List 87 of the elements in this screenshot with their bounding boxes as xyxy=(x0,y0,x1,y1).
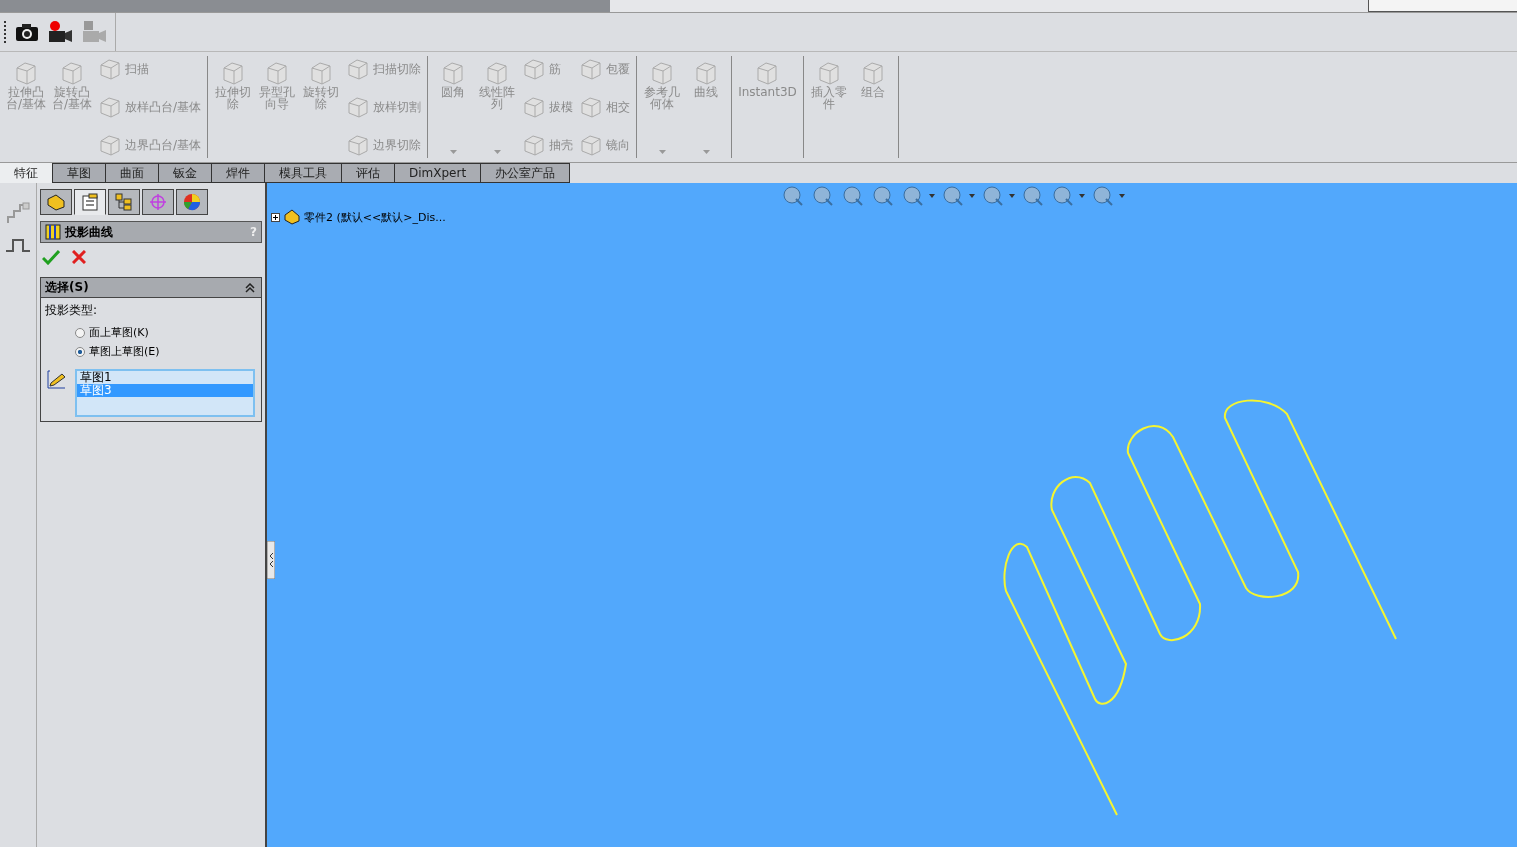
ribbon-button[interactable]: 圆角 xyxy=(432,56,475,158)
solid-shape-icon xyxy=(98,96,123,118)
ribbon-button[interactable]: 放样凸台/基体 xyxy=(96,94,204,120)
collapse-chevron-icon[interactable] xyxy=(245,282,255,293)
graphics-area[interactable]: 零件2 (默认<<默认>_Dis... xyxy=(267,183,1517,847)
solid-shape-icon xyxy=(522,58,547,80)
ribbon-button[interactable]: 旋转凸 台/基体 xyxy=(50,56,95,158)
solid-shape-icon xyxy=(346,58,371,80)
ribbon-button[interactable]: 筋 xyxy=(520,56,576,82)
group-title: 选择(S) xyxy=(45,279,89,296)
ribbon-button[interactable]: 拉伸切 除 xyxy=(212,56,255,158)
solid-shape-icon xyxy=(13,60,39,86)
dropdown-caret-icon[interactable] xyxy=(929,194,935,198)
projection-type-label: 投影类型: xyxy=(44,302,99,319)
panel-collapse-handle[interactable] xyxy=(267,541,275,579)
panel-tab[interactable] xyxy=(142,189,174,215)
part-icon xyxy=(46,193,66,211)
ribbon-button[interactable]: 扫描 xyxy=(96,56,204,82)
panel-tab[interactable] xyxy=(74,189,106,215)
camera-icon[interactable] xyxy=(15,22,39,42)
command-tab[interactable]: 草图 xyxy=(52,163,106,183)
sketch-pencil-icon xyxy=(47,369,67,389)
solid-shape-icon xyxy=(346,134,371,156)
ribbon-button[interactable]: 插入零 件 xyxy=(807,56,850,158)
solid-shape-icon xyxy=(346,96,371,118)
dropdown-caret-icon[interactable] xyxy=(1119,194,1125,198)
appearance-ball-icon xyxy=(182,193,202,211)
ribbon-button[interactable]: 异型孔 向导 xyxy=(256,56,299,158)
grip-handle-icon[interactable] xyxy=(4,20,7,44)
solid-shape-icon xyxy=(522,96,547,118)
radio-option[interactable]: 面上草图(K) xyxy=(41,323,261,342)
ribbon-button[interactable]: 拔模 xyxy=(520,94,576,120)
dropdown-caret-icon[interactable] xyxy=(969,194,975,198)
command-tab[interactable]: 钣金 xyxy=(158,163,212,183)
solid-shape-icon xyxy=(579,96,604,118)
ribbon-button[interactable]: 放样切割 xyxy=(344,94,424,120)
ribbon-button[interactable]: 线性阵 列 xyxy=(476,56,519,158)
record-video-icon[interactable] xyxy=(47,20,73,44)
ribbon-button[interactable]: 拉伸凸 台/基体 xyxy=(4,56,49,158)
feature-title: 投影曲线 xyxy=(65,223,114,241)
property-sheet-icon xyxy=(80,193,100,211)
ribbon-button[interactable]: 镜向 xyxy=(577,132,633,158)
ribbon-button[interactable]: 相交 xyxy=(577,94,633,120)
radio-option[interactable]: 草图上草图(E) xyxy=(41,342,261,361)
ribbon-button[interactable]: 包覆 xyxy=(577,56,633,82)
solid-shape-icon xyxy=(98,58,123,80)
panel-tab[interactable] xyxy=(108,189,140,215)
stop-record-icon[interactable] xyxy=(81,20,107,44)
tree-item[interactable]: 零件2 (默认<<默认>_Dis... xyxy=(304,209,446,225)
zoom-fit-icon[interactable] xyxy=(781,184,805,208)
dropdown-caret-icon[interactable] xyxy=(1079,194,1085,198)
close-icon[interactable] xyxy=(72,250,86,264)
command-tab[interactable]: 焊件 xyxy=(211,163,265,183)
solid-shape-icon xyxy=(522,134,547,156)
dropdown-caret-icon[interactable] xyxy=(1009,194,1015,198)
configuration-tree-icon xyxy=(114,193,134,211)
ribbon-button[interactable]: 抽壳 xyxy=(520,132,576,158)
ribbon-button[interactable]: 扫描切除 xyxy=(344,56,424,82)
ribbon-button[interactable]: 参考几 何体 xyxy=(641,56,684,158)
command-tab[interactable]: 曲面 xyxy=(105,163,159,183)
projected-curve-icon xyxy=(45,224,61,240)
ribbon-button[interactable]: 曲线 xyxy=(685,56,728,158)
pulse-icon[interactable] xyxy=(5,237,31,253)
panel-tab[interactable] xyxy=(176,189,208,215)
expand-icon[interactable] xyxy=(271,212,280,222)
list-item[interactable]: 草图1 xyxy=(77,371,253,384)
ribbon-button[interactable]: Instant3D xyxy=(736,56,799,158)
ribbon-button[interactable]: 边界凸台/基体 xyxy=(96,132,204,158)
command-tab[interactable]: 特征 xyxy=(0,163,53,183)
solid-shape-icon xyxy=(579,58,604,80)
command-tab[interactable]: DimXpert xyxy=(394,163,482,183)
part-icon xyxy=(283,209,301,225)
solid-shape-icon xyxy=(98,134,123,156)
selection-list[interactable]: 草图1 草图3 xyxy=(75,369,255,417)
command-tab[interactable]: 模具工具 xyxy=(264,163,342,183)
list-item[interactable]: 草图3 xyxy=(77,384,253,397)
checkmark-icon[interactable] xyxy=(42,249,60,265)
command-tab[interactable]: 办公室产品 xyxy=(480,163,571,183)
help-button[interactable]: ? xyxy=(250,225,257,239)
solid-shape-icon xyxy=(579,134,604,156)
ribbon-button[interactable]: 边界切除 xyxy=(344,132,424,158)
command-tab[interactable]: 评估 xyxy=(341,163,395,183)
ribbon-button[interactable]: 组合 xyxy=(851,56,894,158)
crosshair-icon xyxy=(148,193,168,211)
ribbon-button[interactable]: 旋转切 除 xyxy=(300,56,343,158)
panel-tab[interactable] xyxy=(40,189,72,215)
zoom-area-icon[interactable] xyxy=(811,184,835,208)
